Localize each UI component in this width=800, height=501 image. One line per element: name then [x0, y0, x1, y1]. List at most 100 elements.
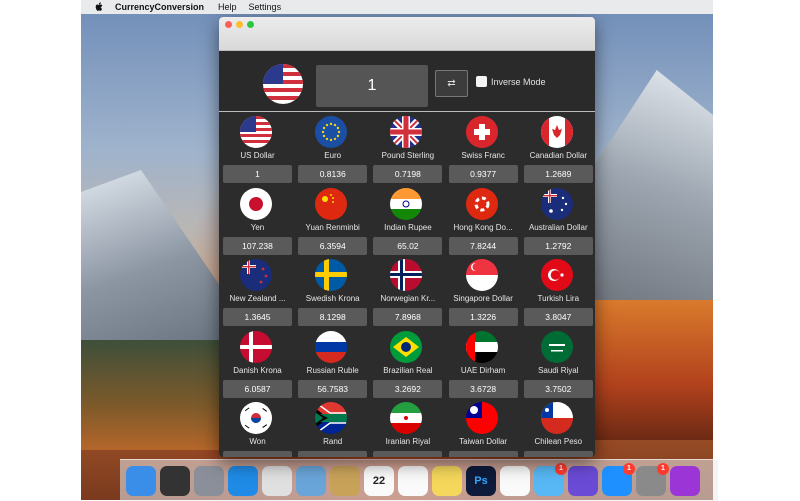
currency-name: Taiwan Dollar: [459, 437, 508, 446]
base-currency-flag[interactable]: [263, 64, 303, 104]
currency-name: Swiss Franc: [461, 151, 505, 160]
currency-value[interactable]: 7.8968: [373, 308, 443, 326]
mission-control-icon[interactable]: [160, 465, 190, 496]
menu-app-name[interactable]: CurrencyConversion: [115, 2, 204, 12]
reminders-icon[interactable]: [398, 465, 428, 496]
currency-value[interactable]: 1.2689: [523, 165, 593, 183]
currency-cell[interactable]: Won 1084.3: [220, 398, 295, 457]
currency-value[interactable]: 3.8047: [523, 308, 593, 326]
currency-value[interactable]: 1.3226: [448, 308, 518, 326]
currency-value[interactable]: 107.238: [223, 236, 292, 255]
tr-flag-icon: [540, 259, 573, 291]
safari-icon[interactable]: [228, 465, 258, 496]
purple-app-icon[interactable]: [670, 465, 700, 496]
currency-value[interactable]: 6.0587: [223, 379, 292, 398]
currency-cell[interactable]: Saudi Riyal 3.7502: [521, 327, 595, 399]
menu-settings[interactable]: Settings: [249, 2, 282, 12]
inverse-mode-checkbox[interactable]: [476, 76, 487, 87]
currency-cell[interactable]: Singapore Dollar 1.3226: [446, 255, 521, 327]
currency-cell[interactable]: Rand 11.7098: [295, 398, 370, 457]
currency-value[interactable]: 56.7583: [298, 379, 368, 398]
notification-badge: 1: [555, 462, 567, 475]
currency-value[interactable]: 3.2692: [373, 379, 443, 398]
currency-cell[interactable]: Norwegian Kr... 7.8968: [370, 255, 445, 327]
currency-value[interactable]: 0.8136: [298, 165, 368, 183]
currency-name: Norwegian Kr...: [380, 294, 436, 303]
currency-cell[interactable]: Yuan Renminbi 6.3594: [295, 184, 370, 256]
maximize-window-button[interactable]: [247, 21, 254, 28]
currency-name: New Zealand ...: [229, 294, 286, 303]
imovie-icon[interactable]: [568, 465, 598, 496]
photos-icon[interactable]: [500, 465, 530, 496]
currency-cell[interactable]: Euro 0.8136: [295, 112, 370, 184]
currency-cell[interactable]: Iranian Riyal 37200: [370, 398, 445, 457]
currency-cell[interactable]: Hong Kong Do... 7.8244: [446, 184, 521, 256]
currency-cell[interactable]: Pound Sterling 0.7198: [370, 112, 445, 184]
currency-cell[interactable]: Indian Rupee 65.02: [370, 184, 445, 256]
currency-value[interactable]: 65.02: [373, 236, 443, 255]
currency-value[interactable]: 1: [223, 165, 292, 183]
amount-input[interactable]: 1: [316, 65, 428, 107]
currency-cell[interactable]: UAE Dirham 3.6728: [446, 327, 521, 399]
currency-name: Canadian Dollar: [529, 151, 587, 160]
currency-value[interactable]: 8.1298: [298, 308, 368, 326]
inverse-mode-toggle[interactable]: Inverse Mode: [476, 76, 546, 87]
currency-cell[interactable]: US Dollar 1: [220, 112, 295, 184]
currency-name: Pound Sterling: [381, 151, 435, 160]
currency-cell[interactable]: Danish Krona 6.0587: [220, 327, 295, 399]
close-window-button[interactable]: [225, 21, 232, 28]
currency-value[interactable]: 1.2792: [523, 236, 593, 255]
currency-cell[interactable]: Canadian Dollar 1.2689: [521, 112, 595, 184]
currency-cell[interactable]: New Zealand ... 1.3645: [220, 255, 295, 327]
currency-cell[interactable]: Brazilian Real 3.2692: [370, 327, 445, 399]
us-flag-icon: [240, 116, 272, 148]
window-titlebar[interactable]: [219, 17, 595, 51]
notes-icon[interactable]: [432, 465, 462, 496]
currency-value[interactable]: 1084.3: [223, 451, 292, 457]
currency-name: Singapore Dollar: [453, 294, 513, 303]
currency-value[interactable]: 11.7098: [298, 451, 368, 457]
currency-value[interactable]: 595.38: [523, 451, 593, 457]
apple-icon[interactable]: [93, 1, 105, 13]
currency-value[interactable]: 0.7198: [373, 165, 443, 183]
currency-value[interactable]: 3.7502: [523, 379, 593, 398]
swap-button[interactable]: ⇄: [435, 70, 468, 97]
app-store-icon[interactable]: 1: [602, 462, 635, 496]
photoshop-icon[interactable]: Ps: [466, 465, 496, 496]
currency-value[interactable]: 37200: [373, 451, 443, 457]
currency-value[interactable]: 0.9377: [448, 165, 518, 183]
currency-name: Brazilian Real: [383, 365, 433, 375]
launchpad-icon[interactable]: [194, 465, 224, 496]
system-preferences-icon[interactable]: 1: [636, 462, 669, 496]
sg-flag-icon: [465, 259, 498, 291]
chrome-icon[interactable]: [262, 465, 292, 496]
minimize-window-button[interactable]: [236, 21, 243, 28]
currency-cell[interactable]: Taiwan Dollar 29.333: [446, 398, 521, 457]
menu-help[interactable]: Help: [218, 2, 237, 12]
currency-cell[interactable]: Turkish Lira 3.8047: [521, 255, 595, 327]
br-flag-icon: [390, 330, 423, 363]
currency-cell[interactable]: Russian Ruble 56.7583: [295, 327, 370, 399]
currency-cell[interactable]: Chilean Peso 595.38: [521, 398, 595, 457]
currency-value[interactable]: 3.6728: [448, 379, 518, 398]
finder-icon[interactable]: [126, 465, 156, 496]
currency-value[interactable]: 29.333: [448, 451, 518, 457]
us-flag-icon: [263, 64, 303, 104]
currency-cell[interactable]: Yen 107.238: [220, 184, 295, 256]
messages-icon[interactable]: 1: [534, 462, 567, 496]
currency-cell[interactable]: Swedish Krona 8.1298: [295, 255, 370, 327]
currency-name: Yuan Renminbi: [305, 222, 360, 232]
calendar-icon[interactable]: 22: [364, 465, 394, 496]
currency-cell[interactable]: Swiss Franc 0.9377: [446, 112, 521, 184]
currency-cell[interactable]: Australian Dollar 1.2792: [521, 184, 595, 256]
currency-name: UAE Dirham: [460, 365, 506, 375]
wallpaper-trees-right: [588, 300, 713, 440]
se-flag-icon: [315, 259, 348, 291]
cl-flag-icon: [540, 402, 573, 434]
currency-value[interactable]: 6.3594: [298, 236, 368, 255]
currency-value[interactable]: 7.8244: [448, 236, 518, 255]
currency-value[interactable]: 1.3645: [223, 308, 292, 326]
currency-name: Russian Ruble: [306, 365, 359, 375]
photos-editor-icon[interactable]: [330, 465, 360, 496]
preview-icon[interactable]: [296, 465, 326, 496]
